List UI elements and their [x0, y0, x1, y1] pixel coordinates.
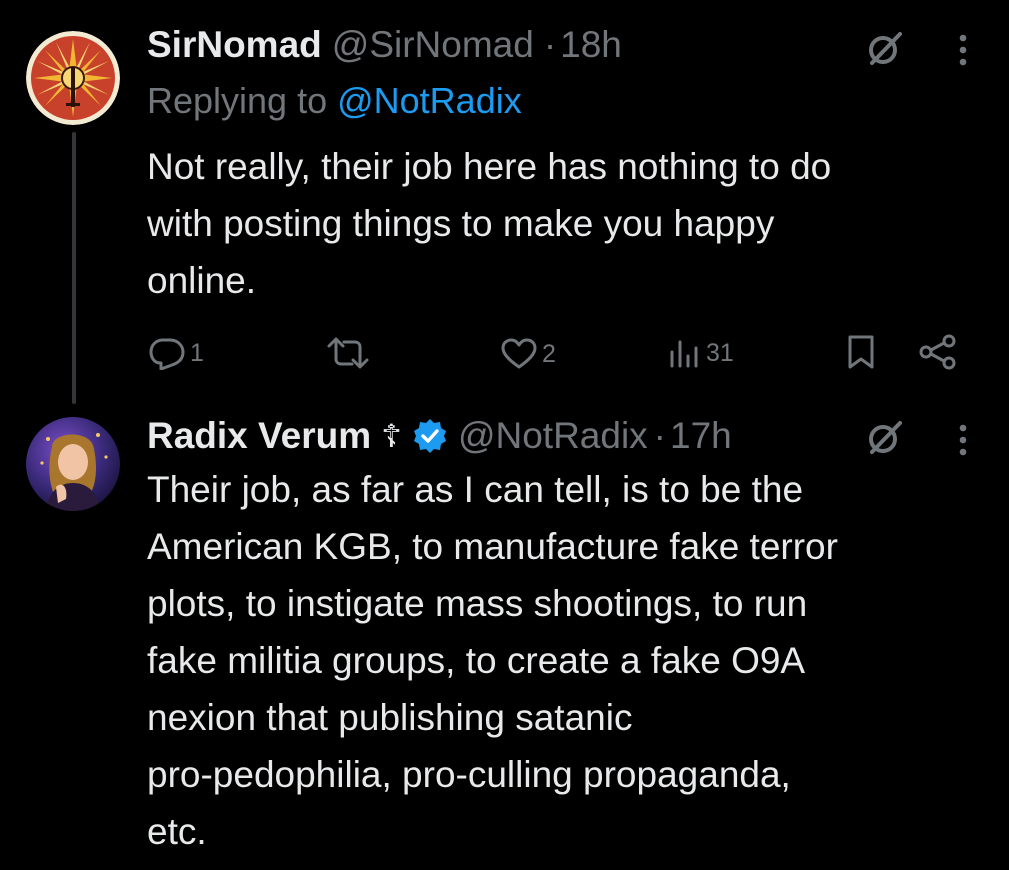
separator: · — [653, 415, 666, 456]
tweet-header: Radix Verum ☦ @NotRadix · 17h — [147, 414, 732, 458]
sun-emblem-icon — [26, 31, 120, 125]
tweet-text: Not really, their job here has nothing t… — [147, 146, 832, 301]
share-button[interactable] — [918, 334, 958, 375]
profile-photo-icon — [26, 417, 120, 511]
avatar-sirnomad[interactable] — [26, 31, 120, 125]
tweet-text: Their job, as far as I can tell, is to b… — [147, 469, 838, 852]
handle[interactable]: @NotRadix — [458, 415, 648, 457]
reply-button[interactable]: 1 — [148, 336, 204, 370]
timestamp[interactable]: 17h — [670, 415, 732, 457]
replying-to-label: Replying to — [147, 80, 338, 121]
replying-to-link[interactable]: @NotRadix — [337, 80, 522, 121]
separator: · — [543, 24, 557, 65]
more-icon[interactable] — [958, 424, 968, 461]
display-name[interactable]: Radix Verum — [147, 415, 371, 457]
reply-count: 1 — [190, 338, 204, 367]
retweet-icon — [327, 337, 369, 369]
grok-icon[interactable] — [866, 419, 904, 462]
like-icon — [501, 338, 537, 369]
views-count: 31 — [706, 338, 734, 367]
views-icon — [670, 340, 698, 368]
bookmark-button[interactable] — [846, 334, 876, 375]
views-button[interactable]: 31 — [668, 336, 734, 370]
handle[interactable]: @SirNomad — [332, 24, 534, 66]
name-symbol: ☦ — [381, 417, 402, 455]
avatar-radix-verum[interactable] — [26, 417, 120, 511]
more-icon[interactable] — [958, 34, 968, 71]
display-name[interactable]: SirNomad — [147, 24, 322, 66]
like-button[interactable]: 2 — [500, 338, 556, 370]
verified-badge-icon — [412, 418, 448, 454]
thread-connector — [72, 132, 76, 404]
like-count: 2 — [542, 339, 556, 368]
timestamp[interactable]: 18h — [560, 24, 622, 66]
bookmark-icon — [848, 335, 874, 369]
tweet-header: SirNomad @SirNomad · 18h — [147, 24, 622, 68]
share-icon — [919, 334, 956, 370]
reply-icon — [149, 338, 185, 370]
grok-icon[interactable] — [866, 30, 904, 73]
retweet-button[interactable] — [326, 337, 374, 369]
replying-to: Replying to @NotRadix — [147, 80, 522, 122]
